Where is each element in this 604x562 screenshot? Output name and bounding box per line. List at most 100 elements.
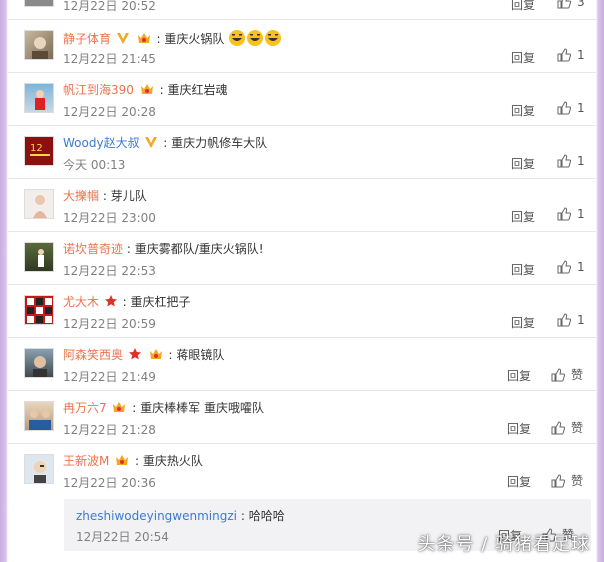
- comment-time: 12月22日 20:52: [63, 0, 156, 13]
- avatar[interactable]: [24, 401, 54, 431]
- avatar-image-icon: [38, 249, 44, 267]
- like-button[interactable]: 1: [557, 101, 585, 115]
- like-button[interactable]: 赞: [551, 419, 583, 436]
- star-icon: [104, 295, 117, 307]
- comment-row: 尤大木 : 重庆杠把子 12月22日 20:59 回复 1: [8, 285, 596, 338]
- reply-button[interactable]: 回复: [507, 473, 531, 490]
- like-button[interactable]: 1: [557, 48, 585, 62]
- like-count: 1: [577, 154, 585, 168]
- thumbs-up-icon: [557, 48, 571, 62]
- sub-reply-line: zheshiwodeyingwenmingzi : 哈哈哈: [76, 509, 285, 523]
- comment-row: 12 Woody赵大叔 : 重庆力帆修车大队 今天 00:13 回复 1: [8, 126, 596, 179]
- comment-text: 蒋眼镜队: [176, 348, 225, 362]
- username-link[interactable]: Woody赵大叔: [63, 136, 140, 150]
- like-label: 赞: [571, 421, 584, 435]
- username-link[interactable]: 阿森笑西奥: [63, 348, 123, 362]
- svg-text:12: 12: [30, 143, 43, 154]
- reply-button[interactable]: 回复: [511, 155, 535, 172]
- username-link[interactable]: 尤大木: [63, 295, 99, 309]
- username-link[interactable]: 大擽帼: [63, 189, 99, 203]
- comment-line: 诺坎普奇迹 : 重庆雾都队/重庆火锅队!: [63, 242, 264, 256]
- comment-line: 帆江到海390 : 重庆红岩魂: [63, 83, 228, 97]
- thumbs-up-icon: [557, 313, 571, 327]
- thumbs-up-icon: [551, 473, 565, 487]
- comment-row: 帆江到海390 : 重庆红岩魂 12月22日 20:28 回复 1: [8, 73, 596, 126]
- reply-button[interactable]: 回复: [507, 367, 531, 384]
- like-button[interactable]: 1: [557, 154, 585, 168]
- avatar[interactable]: [24, 83, 54, 113]
- like-button[interactable]: 赞: [551, 472, 583, 489]
- avatar[interactable]: [24, 348, 54, 378]
- member-badge-icon: [140, 84, 153, 94]
- like-button[interactable]: 1: [557, 260, 585, 274]
- reply-button[interactable]: 回复: [511, 208, 535, 225]
- avatar[interactable]: [24, 242, 54, 272]
- sub-reply-username-link[interactable]: zheshiwodeyingwenmingzi: [76, 509, 237, 523]
- comment-time: 12月22日 20:36: [63, 476, 156, 490]
- avatar[interactable]: [24, 454, 54, 484]
- comment-text: 重庆力帆修车大队: [171, 136, 268, 150]
- thumbs-up-icon: [557, 101, 571, 115]
- comment-time: 今天 00:13: [63, 158, 126, 172]
- comment-row: 阿森笑西奥 : 蒋眼镜队 12月22日 21:49 回复 赞: [8, 338, 596, 391]
- reply-button[interactable]: 回复: [511, 49, 535, 66]
- username-link[interactable]: 王新波M: [63, 454, 109, 468]
- avatar-image-icon: [33, 195, 47, 218]
- comment-text: 重庆火锅队: [164, 32, 225, 46]
- comment-row: 静子体育 : 重庆火锅队 12月22日 21:45 回复 1: [8, 20, 596, 73]
- avatar-image-icon: [34, 461, 46, 483]
- thumbs-up-icon: [551, 420, 565, 434]
- member-badge-icon: [137, 33, 150, 43]
- comment-line: 阿森笑西奥 : 蒋眼镜队: [63, 348, 225, 362]
- comment-text: 重庆杠把子: [130, 295, 191, 309]
- comment-text: 重庆棒棒军 重庆哦嚯队: [140, 401, 264, 415]
- avatar[interactable]: [24, 0, 54, 7]
- comment-time: 12月22日 21:45: [63, 52, 156, 66]
- like-label: 赞: [571, 474, 584, 488]
- comment-time: 12月22日 20:28: [63, 105, 156, 119]
- comment-row: 王新波M : 重庆热火队 12月22日 20:36 回复 赞: [8, 444, 596, 497]
- reply-button[interactable]: 回复: [511, 0, 535, 13]
- reply-button[interactable]: 回复: [507, 420, 531, 437]
- avatar[interactable]: [24, 189, 54, 219]
- thumbs-up-icon: [551, 367, 565, 381]
- avatar-image-icon: 12: [30, 143, 50, 156]
- sub-reply-text: 哈哈哈: [248, 509, 285, 523]
- thumbs-up-icon: [557, 0, 571, 9]
- verified-v-icon: [116, 33, 129, 44]
- avatar[interactable]: [24, 295, 54, 325]
- like-count: 1: [577, 207, 585, 221]
- comment-row-partial: 12月22日 20:52 回复 3: [8, 0, 596, 20]
- sub-reply-time: 12月22日 20:54: [76, 530, 169, 544]
- avatar-image-icon: [33, 356, 47, 377]
- comment-line: 大擽帼 : 芽儿队: [63, 189, 147, 203]
- reply-button[interactable]: 回复: [511, 261, 535, 278]
- comment-time: 12月22日 22:53: [63, 264, 156, 278]
- like-count: 1: [577, 48, 585, 62]
- comment-time: 12月22日 21:28: [63, 423, 156, 437]
- username-link[interactable]: 帆江到海390: [63, 83, 134, 97]
- like-count: 3: [577, 0, 585, 9]
- username-link[interactable]: 静子体育: [63, 32, 111, 46]
- reply-button[interactable]: 回复: [511, 314, 535, 331]
- comment-line: 王新波M : 重庆热火队: [63, 454, 203, 468]
- comment-row: 大擽帼 : 芽儿队 12月22日 23:00 回复 1: [8, 179, 596, 232]
- like-button[interactable]: 1: [557, 207, 585, 221]
- like-button[interactable]: 赞: [551, 366, 583, 383]
- comment-line: 尤大木 : 重庆杠把子: [63, 295, 191, 309]
- username-link[interactable]: 冉万六7: [63, 401, 107, 415]
- comment-row: 冉万六7 : 重庆棒棒军 重庆哦嚯队 12月22日 21:28 回复 赞: [8, 391, 596, 444]
- watermark-text: 头条号 / 骑猪看足球: [417, 534, 590, 555]
- verified-v-icon: [145, 137, 158, 148]
- avatar[interactable]: [24, 30, 54, 60]
- like-label: 赞: [571, 368, 584, 382]
- username-link[interactable]: 诺坎普奇迹: [63, 242, 123, 256]
- like-button[interactable]: 1: [557, 313, 585, 327]
- like-count: 1: [577, 101, 585, 115]
- laugh-emoji-icon: [229, 30, 282, 46]
- member-badge-icon: [113, 402, 126, 412]
- like-button[interactable]: 3: [557, 0, 585, 9]
- comment-time: 12月22日 23:00: [63, 211, 156, 225]
- avatar[interactable]: 12: [24, 136, 54, 166]
- reply-button[interactable]: 回复: [511, 102, 535, 119]
